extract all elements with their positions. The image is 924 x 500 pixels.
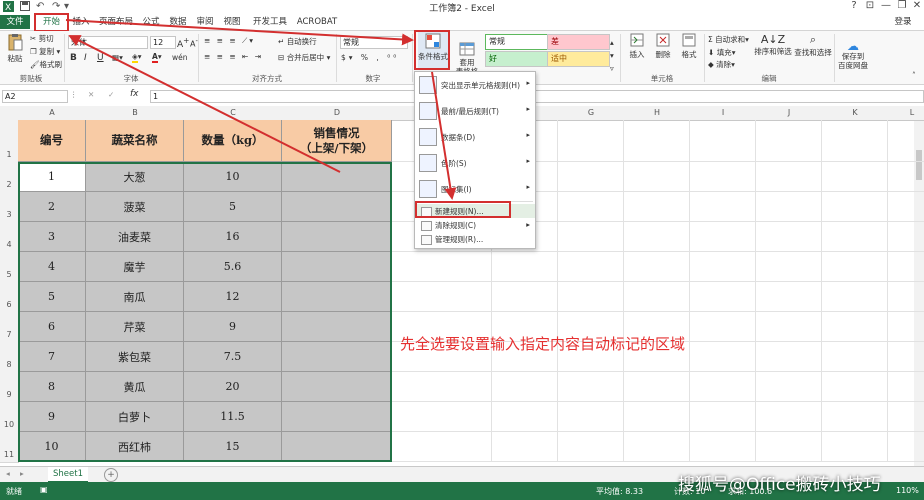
- macro-record-icon[interactable]: ▣: [40, 485, 48, 494]
- status-ready: 就绪: [6, 487, 22, 496]
- zoom-level[interactable]: 110%: [896, 486, 919, 495]
- sheet-tab-sheet1[interactable]: Sheet1: [48, 467, 88, 483]
- arrow-to-new-rule: [431, 71, 457, 200]
- annotation-arrows: [65, 19, 457, 200]
- arrow-to-home-tab: [68, 35, 341, 173]
- arrow-to-conditional-formatting: [65, 19, 414, 46]
- watermark: 搜狐号@Office搬砖小技巧: [678, 475, 881, 495]
- prev-sheet-icon[interactable]: ◂: [6, 469, 10, 478]
- add-sheet-button[interactable]: +: [104, 468, 118, 482]
- status-average: 平均值: 8.33: [596, 487, 644, 496]
- instruction-annotation: 先全选要设置输入指定内容自动标记的区域: [400, 335, 686, 353]
- next-sheet-icon[interactable]: ▸: [20, 469, 24, 478]
